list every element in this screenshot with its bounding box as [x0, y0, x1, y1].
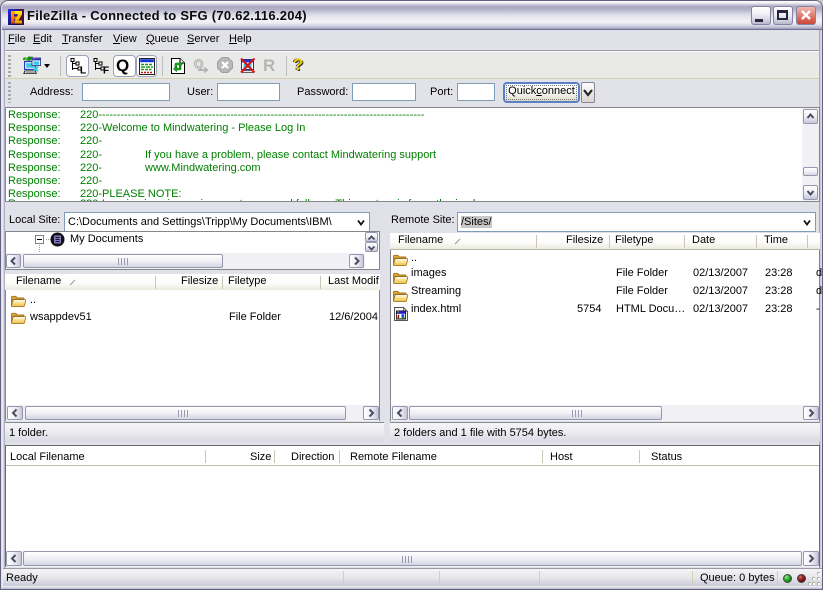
svg-text:Q: Q: [194, 57, 203, 71]
svg-text:F: F: [103, 66, 109, 76]
svg-text:L: L: [80, 66, 86, 76]
